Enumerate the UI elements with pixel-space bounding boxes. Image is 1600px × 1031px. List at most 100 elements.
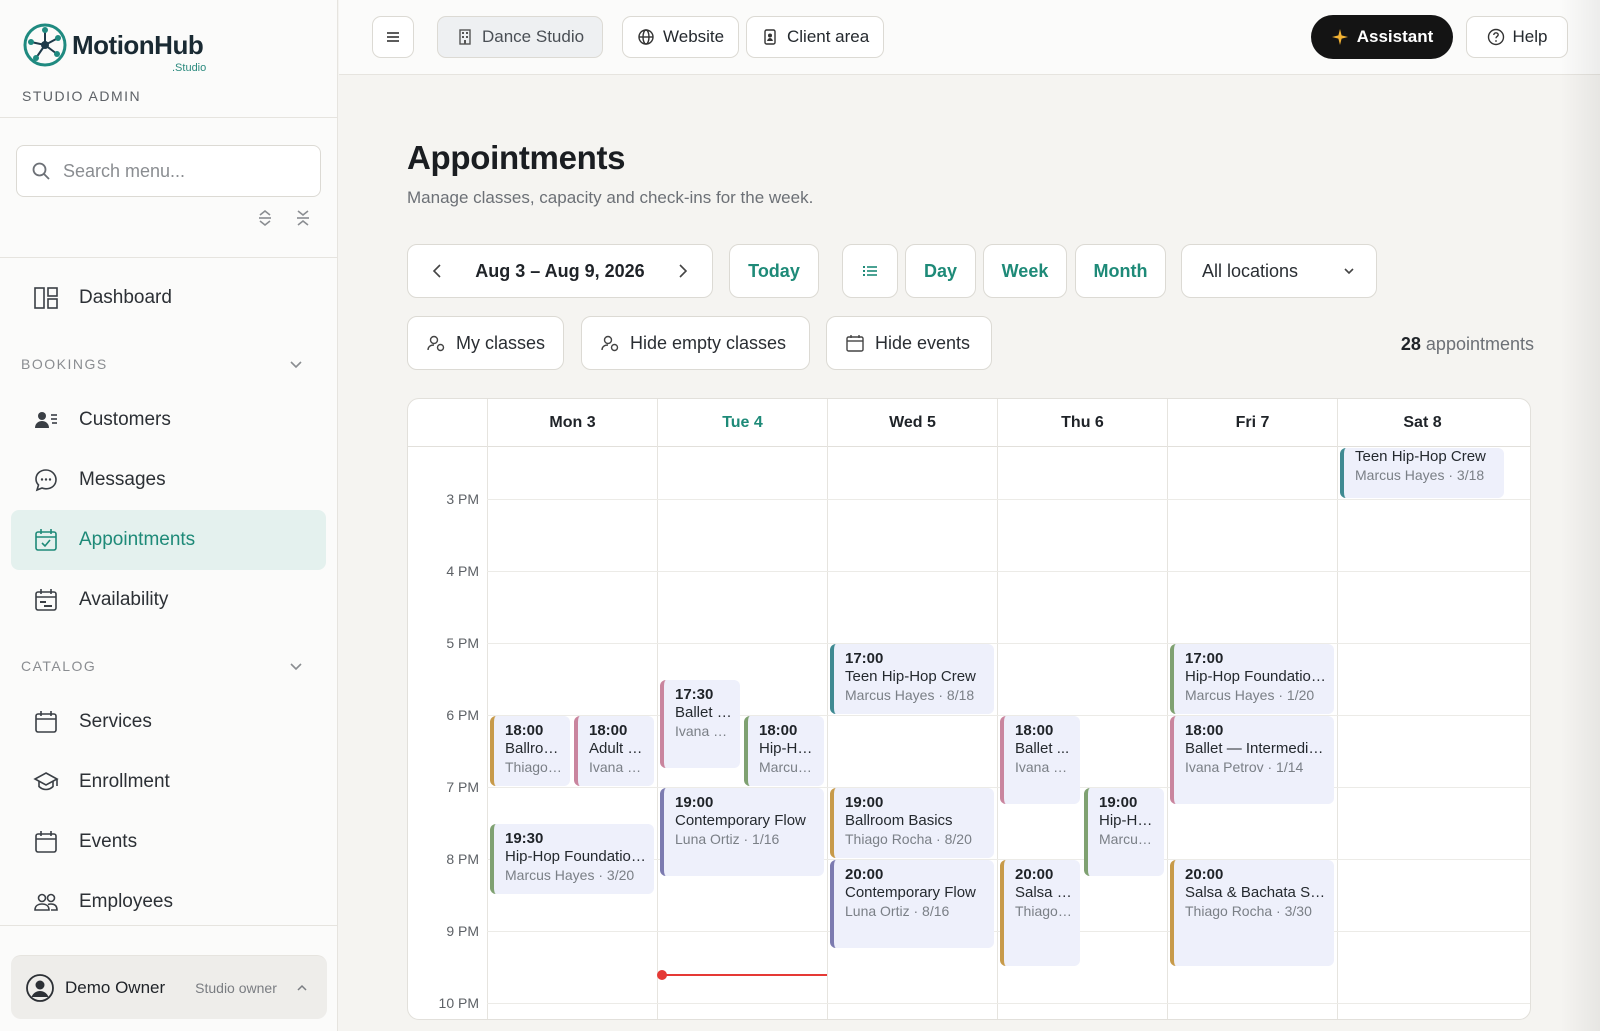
list-view-button[interactable] — [842, 244, 898, 298]
menu-search-box[interactable] — [16, 145, 321, 197]
appointment-name: Ballroom Basics — [845, 811, 953, 829]
sidebar-item-appointments[interactable]: Appointments — [11, 510, 326, 570]
day-column-divider — [997, 447, 998, 1019]
today-button[interactable]: Today — [729, 244, 819, 298]
appointment-time: 18:00 — [759, 721, 798, 739]
calendar-icon — [35, 831, 57, 853]
appointment-card[interactable]: 19:00 Contemporary Flow Luna Ortiz · 1/16 — [660, 787, 824, 876]
appointment-card[interactable]: 18:00 Ballet — Intermediate Ivana Petrov ·… — [1170, 715, 1334, 804]
sidebar-item-services[interactable]: Services — [11, 692, 326, 752]
chevron-down-icon — [290, 663, 302, 671]
appointment-count: 28 appointments — [1401, 334, 1534, 355]
appointment-card[interactable]: 18:00 Adult B... Ivana P... — [574, 715, 654, 786]
day-header[interactable]: Wed 5 — [827, 399, 997, 447]
appointment-card[interactable]: 19:00 Hip-Ho... Marcus... — [1084, 787, 1164, 876]
hour-label: 3 PM — [446, 490, 479, 507]
section-bookings-label: BOOKINGS — [21, 356, 108, 372]
menu-search-input[interactable] — [63, 160, 293, 182]
hide-empty-classes-filter[interactable]: Hide empty classes — [581, 316, 810, 370]
sidebar-item-label: Customers — [79, 409, 171, 430]
date-range-navigator: Aug 3 – Aug 9, 2026 — [407, 244, 713, 298]
appointment-meta: Marcus Hayes · 3/20 — [505, 866, 635, 883]
hide-events-filter[interactable]: Hide events — [826, 316, 992, 370]
appointment-card[interactable]: 17:00 Teen Hip-Hop Crew Marcus Hayes · 8/1… — [830, 643, 994, 714]
appointment-card[interactable]: 18:00 Hip-Ho... Marcus... — [744, 715, 824, 786]
sidebar-item-customers[interactable]: Customers — [11, 390, 326, 450]
appointment-meta: Luna Ortiz · 8/16 — [845, 902, 950, 919]
appointment-card[interactable]: 17:30 Ballet F... Ivana P... — [660, 679, 740, 768]
appointment-card[interactable]: Teen Hip-Hop Crew Marcus Hayes · 3/18 — [1340, 448, 1504, 498]
appointment-card[interactable]: 20:00Salsa &...Thiago ... — [1000, 859, 1080, 966]
sidebar-item-availability[interactable]: Availability — [11, 570, 326, 630]
user-filter-icon — [427, 335, 445, 352]
user-avatar-icon — [26, 973, 54, 1002]
appointment-name: Ballet ... — [1015, 739, 1070, 757]
user-role: Studio owner — [195, 979, 277, 996]
appointment-meta: Ivana P... — [1015, 758, 1072, 775]
appointment-meta: Thiago Rocha · 3/30 — [1185, 902, 1312, 919]
day-header[interactable]: Sat 8 — [1337, 399, 1507, 447]
appointment-time: 17:00 — [845, 649, 884, 667]
hour-label: 5 PM — [446, 634, 479, 651]
section-catalog-toggle[interactable]: CATALOG — [11, 640, 326, 692]
sidebar-item-dashboard[interactable]: Dashboard — [11, 268, 326, 328]
user-name: Demo Owner — [65, 977, 166, 997]
appointment-name: Ballet — Intermediate — [1185, 739, 1326, 757]
appointment-time: 18:00 — [1185, 721, 1224, 739]
section-bookings-toggle[interactable]: BOOKINGS — [11, 338, 326, 390]
calendar-icon — [35, 711, 57, 733]
people-icon — [34, 893, 58, 911]
client-area-button[interactable]: Client area — [746, 16, 885, 58]
appointment-card[interactable]: 18:00 Ballroo... Thiago ... — [490, 715, 570, 786]
appointment-card[interactable]: 20:00 Salsa & Bachata Soc... Thiago Rocha … — [1170, 859, 1334, 966]
sidebar-item-messages[interactable]: Messages — [11, 450, 326, 510]
appointment-card[interactable]: 19:30 Hip-Hop Foundations Marcus Hayes · 3… — [490, 823, 654, 894]
sidebar: MotionHub .Studio STUDIO ADMIN Dashboard… — [0, 0, 338, 1031]
help-circle-icon — [1487, 28, 1504, 46]
date-range-label[interactable]: Aug 3 – Aug 9, 2026 — [475, 261, 644, 282]
day-header[interactable]: Tue 4 — [657, 399, 827, 447]
hamburger-icon — [387, 32, 399, 42]
appointment-time: 17:00 — [1185, 649, 1224, 667]
hour-label: 9 PM — [446, 922, 479, 939]
expand-all-icon[interactable] — [255, 208, 275, 228]
studio-switcher-button[interactable]: Dance Studio — [437, 16, 604, 58]
day-view-button[interactable]: Day — [905, 244, 976, 298]
chevron-right-icon[interactable] — [674, 262, 692, 280]
appointment-card[interactable]: 19:00 Ballroom Basics Thiago Rocha · 8/20 — [830, 787, 994, 858]
help-button[interactable]: Help — [1466, 16, 1568, 58]
day-header[interactable]: Fri 7 — [1167, 399, 1337, 447]
appointment-name: Hip-Hop Foundations — [505, 847, 646, 865]
website-button[interactable]: Website — [622, 16, 740, 58]
globe-icon — [638, 29, 654, 45]
chevron-down-icon — [1344, 268, 1354, 275]
day-header[interactable]: Mon 3 — [487, 399, 657, 447]
sidebar-item-events[interactable]: Events — [11, 812, 326, 872]
appointment-card[interactable]: 17:00 Hip-Hop Foundations Marcus Hayes · 1… — [1170, 643, 1334, 714]
graduation-cap-icon — [33, 772, 59, 791]
location-select[interactable]: All locations — [1181, 244, 1377, 298]
current-time-dot — [657, 970, 667, 981]
appointment-name: Ballet F... — [675, 703, 732, 721]
appointment-meta: Thiago ... — [1015, 902, 1072, 919]
appointment-card[interactable]: 20:00 Contemporary Flow Luna Ortiz · 8/16 — [830, 859, 994, 948]
assistant-label: Assistant — [1356, 27, 1434, 46]
menu-toggle-button[interactable] — [372, 16, 414, 58]
month-view-button[interactable]: Month — [1075, 244, 1166, 298]
collapse-all-icon[interactable] — [293, 208, 313, 228]
appointment-card[interactable]: 18:00 Ballet ... Ivana P... — [1000, 715, 1080, 804]
assistant-button[interactable]: Assistant — [1311, 15, 1453, 59]
sidebar-item-enrollment[interactable]: Enrollment — [11, 752, 326, 812]
appointment-time: 18:00 — [589, 721, 628, 739]
chevron-left-icon[interactable] — [428, 262, 446, 280]
day-header[interactable]: Thu 6 — [997, 399, 1167, 447]
sidebar-item-label: Dashboard — [79, 287, 172, 308]
motionhub-logo-icon[interactable] — [22, 22, 68, 68]
week-view-button[interactable]: Week — [983, 244, 1067, 298]
my-classes-filter[interactable]: My classes — [407, 316, 564, 370]
sidebar-item-employees[interactable]: Employees — [11, 872, 326, 932]
hour-label: 10 PM — [438, 994, 479, 1011]
hour-label: 4 PM — [446, 562, 479, 579]
main-content: Appointments Manage classes, capacity an… — [339, 75, 1600, 1031]
user-menu[interactable]: Demo Owner Studio owner — [11, 955, 327, 1019]
